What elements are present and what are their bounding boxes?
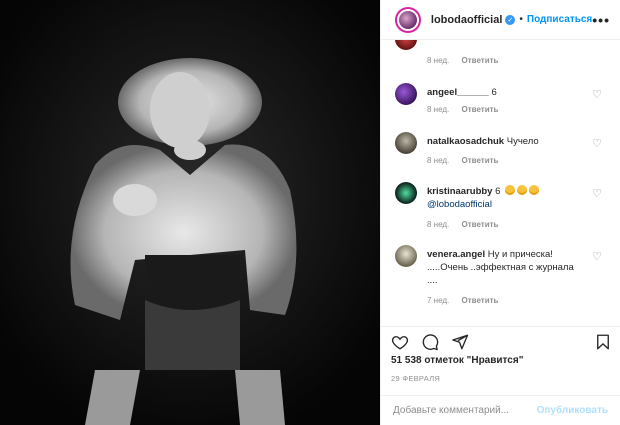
comment-mention-link[interactable]: @lobodaofficial <box>427 199 492 210</box>
comments-list[interactable]: 8 нед. Ответить angeel______ 6 ♡ 8 нед. … <box>381 40 620 325</box>
comment-username[interactable]: venera.angel <box>427 249 485 260</box>
grinning-emoji-icon <box>517 185 528 195</box>
comment-text: natalkaosadchuk Чучело <box>427 135 584 148</box>
comment-avatar[interactable] <box>395 245 417 267</box>
separator-dot: • <box>519 14 523 25</box>
add-comment-input[interactable] <box>393 405 537 416</box>
comment-meta: 8 нед. Ответить <box>427 56 508 65</box>
comment-time: 8 нед. <box>427 156 450 165</box>
comment-time: 7 нед. <box>427 296 450 305</box>
post-sidebar: lobodaofficial ✓ • Подписаться ••• 8 нед… <box>380 0 620 425</box>
comment-username[interactable]: angeel______ <box>427 87 489 98</box>
grinning-emoji-icon <box>529 185 540 195</box>
paper-plane-icon[interactable] <box>451 333 469 351</box>
comment-meta: 7 нед. Ответить <box>427 296 508 305</box>
grinning-emoji-icon <box>505 185 516 195</box>
comment-text: kristinaarubby 6 @lobodaofficial <box>427 185 584 211</box>
reply-button[interactable]: Ответить <box>462 156 499 165</box>
comment-like-icon[interactable]: ♡ <box>592 250 602 263</box>
comment-body: Чучело <box>506 136 539 147</box>
comment-meta: 8 нед. Ответить <box>427 220 508 229</box>
comment-like-icon[interactable]: ♡ <box>592 88 602 101</box>
comment-avatar[interactable] <box>395 40 417 50</box>
reply-button[interactable]: Ответить <box>462 56 499 65</box>
comment-like-icon[interactable]: ♡ <box>592 137 602 150</box>
publish-button[interactable]: Опубликовать <box>537 405 608 416</box>
comment-body: 6 <box>491 87 497 98</box>
post-actions <box>381 326 620 357</box>
heart-icon[interactable] <box>391 333 409 351</box>
verified-badge-icon: ✓ <box>505 14 516 25</box>
reply-button[interactable]: Ответить <box>462 296 499 305</box>
author-username[interactable]: lobodaofficial <box>431 14 503 26</box>
comment-username[interactable]: natalkaosadchuk <box>427 136 504 147</box>
likes-count[interactable]: 51 538 отметок "Нравится" <box>391 355 523 366</box>
comment-avatar[interactable] <box>395 83 417 105</box>
comment-time: 8 нед. <box>427 56 450 65</box>
comment-text: venera.angel Ну и прическа! .....Очень .… <box>427 248 584 287</box>
comment-username[interactable]: kristinaarubby <box>427 186 492 197</box>
comment-body-line2: .....Очень ..эффектная с журнала <box>427 262 574 273</box>
post-header: lobodaofficial ✓ • Подписаться ••• <box>381 0 620 40</box>
comment-text: angeel______ 6 <box>427 86 584 99</box>
comment-time: 8 нед. <box>427 105 450 114</box>
comment-avatar[interactable] <box>395 132 417 154</box>
post-date[interactable]: 29 ФЕВРАЛЯ <box>391 374 440 383</box>
author-avatar[interactable] <box>395 6 421 33</box>
reply-button[interactable]: Ответить <box>462 105 499 114</box>
add-comment-bar: Опубликовать <box>381 395 620 425</box>
photo-image <box>0 0 380 425</box>
comment-meta: 8 нед. Ответить <box>427 105 508 114</box>
bookmark-icon[interactable] <box>594 333 612 351</box>
follow-button[interactable]: Подписаться <box>527 14 592 25</box>
comment-icon[interactable] <box>421 333 439 351</box>
instagram-post: lobodaofficial ✓ • Подписаться ••• 8 нед… <box>0 0 620 425</box>
comment-like-icon[interactable]: ♡ <box>592 187 602 200</box>
comment-body-line3: .... <box>427 275 438 286</box>
comment-avatar[interactable] <box>395 182 417 204</box>
comment-meta: 8 нед. Ответить <box>427 156 508 165</box>
comment-body: 6 <box>495 186 501 197</box>
more-options-icon[interactable]: ••• <box>592 12 610 28</box>
post-photo[interactable] <box>0 0 380 425</box>
comment-body: Ну и прическа! <box>487 249 553 260</box>
comment-time: 8 нед. <box>427 220 450 229</box>
reply-button[interactable]: Ответить <box>462 220 499 229</box>
